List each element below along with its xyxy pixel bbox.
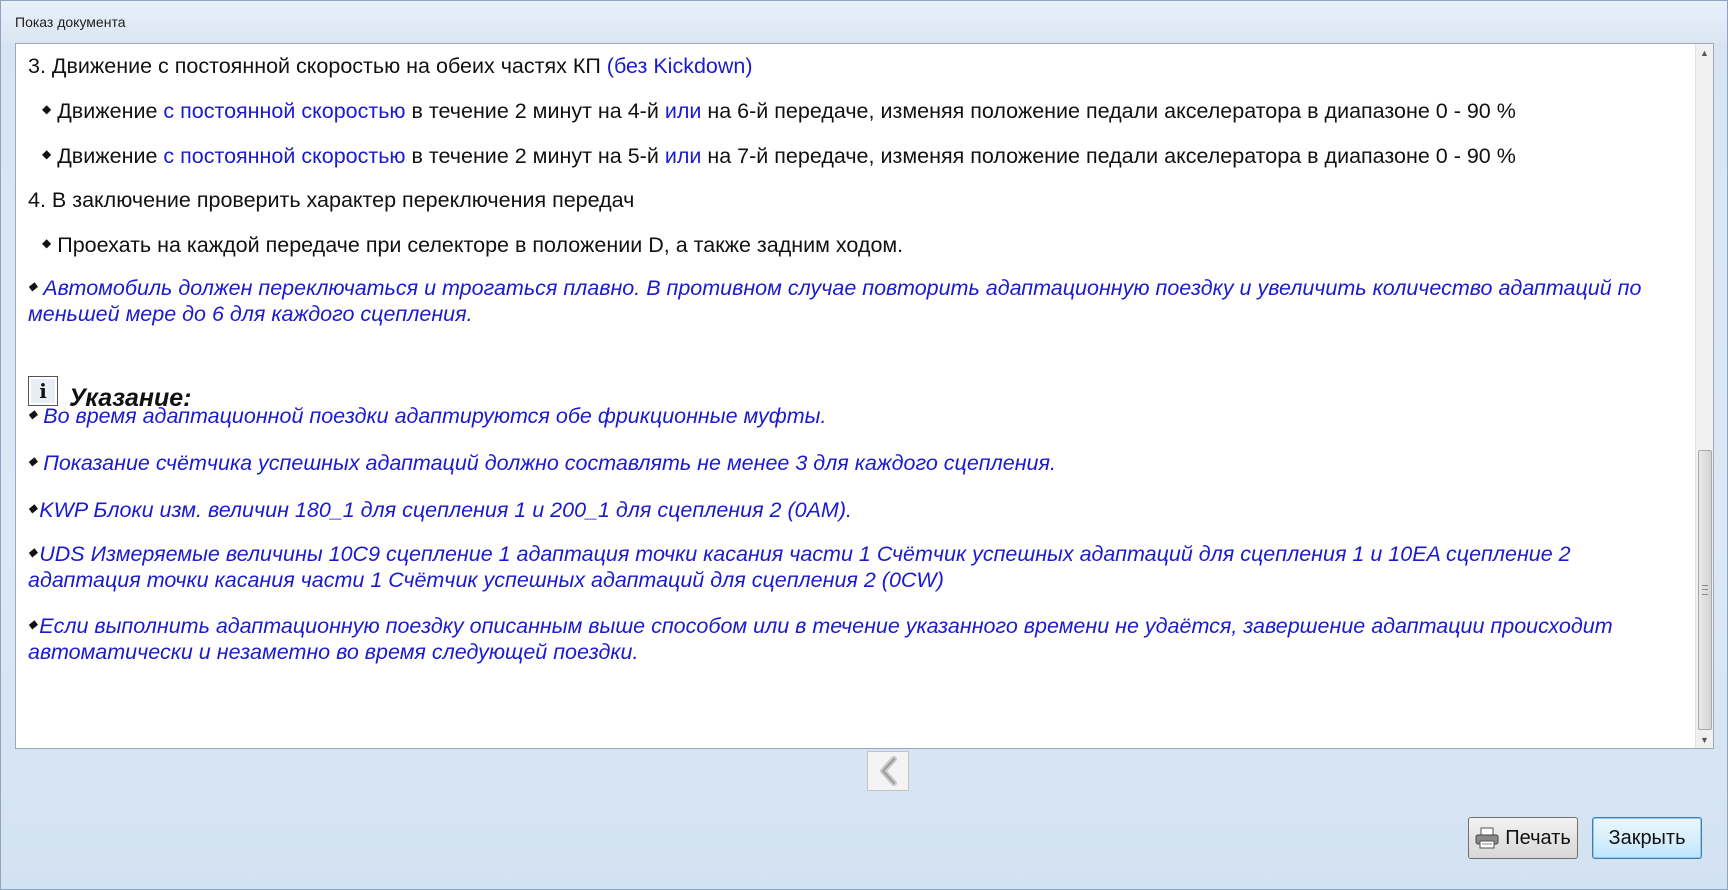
bullet-icon: ◆ bbox=[28, 278, 38, 293]
note-item-1: ◆ Во время адаптационной поездки адаптиру… bbox=[28, 402, 826, 431]
warning-text: ◆ Автомобиль должен переключаться и трога… bbox=[28, 276, 1688, 327]
link-or[interactable]: или bbox=[665, 144, 702, 168]
bullet-icon: ◆ bbox=[42, 147, 52, 162]
bullet-icon: ◆ bbox=[28, 616, 38, 631]
bullet-icon: ◆ bbox=[28, 454, 38, 469]
title-bar: Показ документа bbox=[1, 1, 1727, 43]
bullet-icon: ◆ bbox=[42, 236, 52, 251]
bullet-icon: ◆ bbox=[28, 407, 38, 422]
scroll-up-icon[interactable]: ▲ bbox=[1696, 44, 1713, 61]
chevron-left-icon bbox=[880, 756, 897, 786]
link-constant-speed[interactable]: с постоянной скоростью bbox=[163, 99, 405, 123]
scroll-thumb[interactable] bbox=[1698, 450, 1712, 730]
link-constant-speed[interactable]: с постоянной скоростью bbox=[163, 144, 405, 168]
kickdown-note: (без Kickdown) bbox=[606, 54, 753, 78]
vertical-scrollbar[interactable]: ▲ ▼ bbox=[1695, 44, 1713, 748]
note-item-4: ◆UDS Измеряемые величины 10C9 сцепление … bbox=[28, 542, 1688, 593]
document-view[interactable]: 3. Движение с постоянной скоростью на об… bbox=[15, 43, 1714, 749]
scroll-down-icon[interactable]: ▼ bbox=[1696, 731, 1713, 748]
note-item-3: ◆KWP Блоки изм. величин 180_1 для сцепле… bbox=[28, 496, 852, 525]
close-button[interactable]: Закрыть bbox=[1592, 817, 1702, 859]
note-item-5: ◆Если выполнить адаптационную поездку оп… bbox=[28, 614, 1688, 665]
document-window: Показ документа 3. Движение с постоянной… bbox=[0, 0, 1728, 890]
bullet-icon: ◆ bbox=[28, 544, 38, 559]
note-item-2: ◆ Показание счётчика успешных адаптаций д… bbox=[28, 449, 1056, 478]
step-4-heading: 4. В заключение проверить характер перек… bbox=[28, 188, 635, 212]
back-button[interactable] bbox=[867, 751, 909, 791]
step-3-item-2: ◆ Движение с постоянной скоростью в течен… bbox=[42, 142, 1516, 171]
bullet-icon: ◆ bbox=[42, 102, 52, 117]
window-title: Показ документа bbox=[15, 14, 126, 30]
step-3-item-1: ◆ Движение с постоянной скоростью в течен… bbox=[42, 97, 1516, 126]
bullet-icon: ◆ bbox=[28, 501, 38, 516]
link-or[interactable]: или bbox=[665, 99, 702, 123]
step-3-heading: 3. Движение с постоянной скоростью на об… bbox=[28, 54, 753, 78]
printer-icon bbox=[1475, 827, 1499, 849]
grip-icon bbox=[1702, 585, 1708, 595]
step-4-item: ◆ Проехать на каждой передаче при селекто… bbox=[42, 231, 903, 260]
print-button[interactable]: Печать bbox=[1468, 817, 1578, 859]
